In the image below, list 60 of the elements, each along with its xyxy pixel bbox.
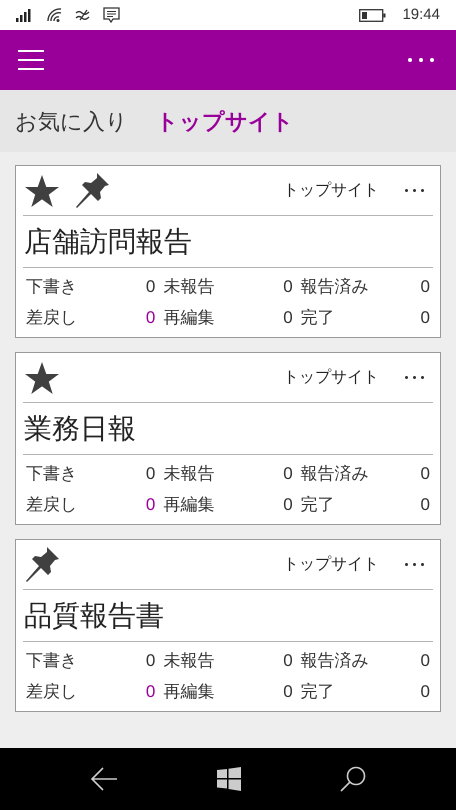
source-label: トップサイト xyxy=(283,368,379,388)
stat-label: 下書き xyxy=(26,650,77,672)
stat-count: 0 xyxy=(283,494,293,516)
stat-label: 完了 xyxy=(300,306,335,329)
stat-count: 0 xyxy=(420,494,430,516)
card-title: 店舗訪問報告 xyxy=(23,224,192,258)
search-icon[interactable] xyxy=(340,766,366,792)
card-title: 業務日報 xyxy=(23,412,136,446)
message-icon xyxy=(103,7,120,23)
stat-count: 0 xyxy=(146,306,156,329)
stat-count: 0 xyxy=(420,462,430,485)
stat-label: 報告済み xyxy=(300,462,369,485)
report-card[interactable]: トップサイト 店舗訪問報告 下書き 0 未報告 0 報告済み 0 差戻し 0 再編集 0 完了 0 xyxy=(15,165,441,338)
stat-count: 0 xyxy=(283,276,293,298)
battery-icon xyxy=(359,8,386,22)
stat-count: 0 xyxy=(146,276,156,298)
stat-count: 0 xyxy=(420,276,430,298)
stat-label: 未報告 xyxy=(163,462,214,485)
tab[interactable]: トップサイト xyxy=(156,104,294,138)
pin-icon[interactable] xyxy=(74,172,111,209)
windows-icon[interactable] xyxy=(216,767,241,791)
star-icon[interactable] xyxy=(24,360,60,394)
stat-label: 報告済み xyxy=(300,276,369,298)
stat-count: 0 xyxy=(146,494,156,516)
stat-label: 差戻し xyxy=(26,680,77,703)
stat-count: 0 xyxy=(420,650,430,672)
stat-count: 0 xyxy=(283,650,293,672)
stat-count: 0 xyxy=(146,680,156,703)
stat-count: 0 xyxy=(283,306,293,329)
stat-label: 報告済み xyxy=(300,650,369,672)
menu-icon[interactable] xyxy=(18,49,44,71)
pin-icon[interactable] xyxy=(24,546,61,583)
back-icon[interactable] xyxy=(90,767,118,791)
source-label: トップサイト xyxy=(283,554,379,574)
stat-count: 0 xyxy=(146,650,156,672)
card-title: 品質報告書 xyxy=(23,598,164,632)
stat-label: 下書き xyxy=(26,276,77,298)
tab[interactable]: お気に入り xyxy=(15,104,128,138)
wifi-icon xyxy=(46,8,63,22)
source-label: トップサイト xyxy=(283,180,379,200)
clock-time: 19:44 xyxy=(402,4,440,25)
stat-label: 未報告 xyxy=(163,276,214,298)
stat-count: 0 xyxy=(283,462,293,485)
stat-count: 0 xyxy=(420,680,430,703)
stat-label: 差戻し xyxy=(26,306,77,329)
report-card[interactable]: トップサイト 業務日報 下書き 0 未報告 0 報告済み 0 差戻し 0 再編集 0 完了 0 xyxy=(15,352,441,525)
star-icon[interactable] xyxy=(24,174,60,208)
stat-label: 下書き xyxy=(26,462,77,485)
stat-count: 0 xyxy=(420,306,430,329)
wave-icon xyxy=(75,9,91,21)
report-card[interactable]: トップサイト 品質報告書 下書き 0 未報告 0 報告済み 0 差戻し 0 再編集 0 完了 0 xyxy=(15,539,441,712)
stat-label: 未報告 xyxy=(163,650,214,672)
stat-label: 完了 xyxy=(300,494,335,516)
stat-count: 0 xyxy=(283,680,293,703)
stat-label: 再編集 xyxy=(163,680,214,703)
stat-count: 0 xyxy=(146,462,156,485)
stat-label: 再編集 xyxy=(163,494,214,516)
stat-label: 再編集 xyxy=(163,306,214,329)
stat-label: 差戻し xyxy=(26,494,77,516)
stat-label: 完了 xyxy=(300,680,335,703)
